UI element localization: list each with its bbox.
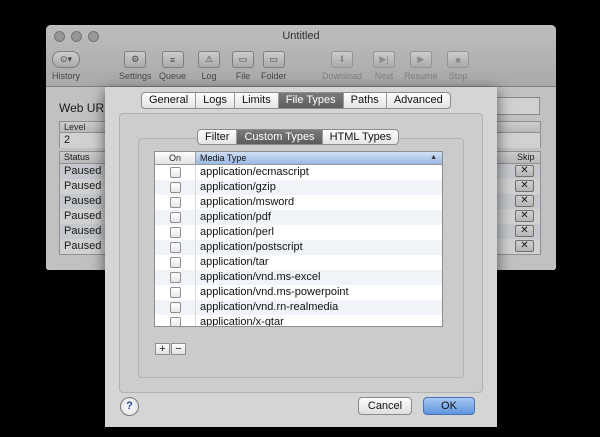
tab-general[interactable]: General — [142, 93, 197, 108]
on-cell — [155, 285, 196, 300]
media-type-value: application/gzip — [200, 181, 276, 193]
media-type-value: application/tar — [200, 256, 269, 268]
media-type-checkbox[interactable] — [169, 317, 181, 326]
media-type-checkbox[interactable] — [169, 182, 181, 193]
media-type-value: application/postscript — [200, 241, 303, 253]
media-type-header-label: Media Type — [200, 153, 247, 163]
subtab-custom-types[interactable]: Custom Types — [237, 130, 323, 144]
media-type-checkbox[interactable] — [169, 242, 181, 253]
on-cell — [155, 240, 196, 255]
media-type-checkbox[interactable] — [169, 167, 181, 178]
on-cell — [155, 165, 196, 180]
on-cell — [155, 180, 196, 195]
media-type-value: application/ecmascript — [200, 166, 309, 178]
media-type-value: application/x-gtar — [200, 316, 284, 327]
cancel-button[interactable]: Cancel — [358, 397, 412, 415]
on-cell — [155, 210, 196, 225]
tab-file-types[interactable]: File Types — [278, 93, 344, 108]
media-type-checkbox[interactable] — [169, 302, 181, 313]
media-type-value: application/vnd.ms-excel — [200, 271, 321, 283]
media-type-column-header[interactable]: Media Type ▲ — [196, 152, 442, 164]
preferences-sheet: General Logs Limits File Types Paths Advanced… — [105, 87, 497, 427]
on-column-header[interactable]: On — [155, 152, 196, 164]
tab-logs[interactable]: Logs — [196, 93, 235, 108]
tab-paths[interactable]: Paths — [344, 93, 387, 108]
media-type-row[interactable]: application/x-gtar — [155, 315, 442, 327]
media-type-checkbox[interactable] — [169, 287, 181, 298]
media-type-checkbox[interactable] — [169, 257, 181, 268]
on-cell — [155, 300, 196, 315]
tab-limits[interactable]: Limits — [235, 93, 279, 108]
media-table-header: On Media Type ▲ — [155, 152, 442, 165]
help-button[interactable]: ? — [120, 397, 139, 416]
ok-button[interactable]: OK — [423, 397, 475, 415]
subtab-filter[interactable]: Filter — [198, 130, 238, 144]
media-type-value: application/vnd.rn-realmedia — [200, 301, 339, 313]
on-cell — [155, 315, 196, 326]
media-type-row[interactable]: application/vnd.ms-excel — [155, 270, 442, 285]
media-type-row[interactable]: application/vnd.rn-realmedia — [155, 300, 442, 315]
media-type-value: application/pdf — [200, 211, 271, 223]
media-type-row[interactable]: application/gzip — [155, 180, 442, 195]
media-type-table: On Media Type ▲ application/ecmascript ap… — [154, 151, 443, 327]
on-cell — [155, 195, 196, 210]
media-type-row[interactable]: application/perl — [155, 225, 442, 240]
media-type-value: application/vnd.ms-powerpoint — [200, 286, 349, 298]
media-type-row[interactable]: application/pdf — [155, 210, 442, 225]
tab-advanced[interactable]: Advanced — [387, 93, 450, 108]
on-cell — [155, 270, 196, 285]
media-type-checkbox[interactable] — [169, 272, 181, 283]
media-type-checkbox[interactable] — [169, 212, 181, 223]
media-type-row[interactable]: application/vnd.ms-powerpoint — [155, 285, 442, 300]
remove-type-button[interactable]: − — [171, 343, 186, 355]
media-type-row[interactable]: application/postscript — [155, 240, 442, 255]
media-type-value: application/msword — [200, 196, 295, 208]
media-type-checkbox[interactable] — [169, 197, 181, 208]
on-cell — [155, 225, 196, 240]
file-types-subtabs: Filter Custom Types HTML Types — [197, 129, 400, 145]
media-type-row[interactable]: application/msword — [155, 195, 442, 210]
media-type-value: application/perl — [200, 226, 274, 238]
add-type-button[interactable]: + — [155, 343, 170, 355]
media-type-checkbox[interactable] — [169, 227, 181, 238]
sort-ascending-icon: ▲ — [430, 154, 437, 161]
preferences-tabs: General Logs Limits File Types Paths Advanced — [141, 92, 451, 109]
subtab-html-types[interactable]: HTML Types — [323, 130, 399, 144]
media-type-row[interactable]: application/ecmascript — [155, 165, 442, 180]
on-cell — [155, 255, 196, 270]
media-type-row[interactable]: application/tar — [155, 255, 442, 270]
